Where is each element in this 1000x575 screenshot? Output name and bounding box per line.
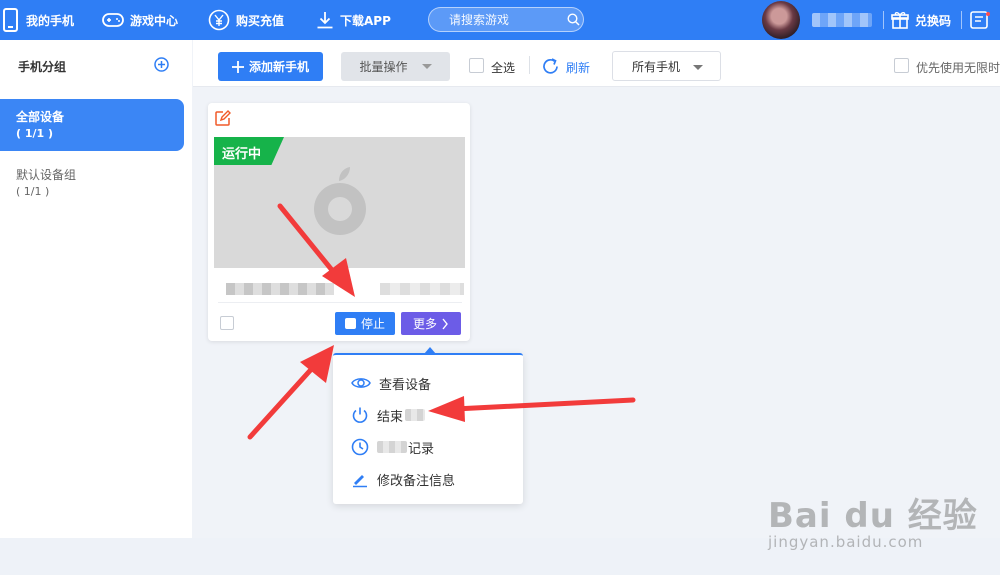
menu-item-blurred-text bbox=[377, 441, 407, 453]
group-name: 全部设备 bbox=[16, 110, 65, 124]
sidebar: 手机分组 全部设备 ( 1/1 ) 默认设备组 ( 1/1 ) bbox=[0, 40, 192, 538]
device-screen[interactable]: 运行中 bbox=[214, 137, 465, 268]
gift-icon bbox=[891, 12, 909, 29]
group-count: ( 1/1 ) bbox=[16, 127, 54, 140]
menu-item-label: 修改备注信息 bbox=[377, 473, 456, 489]
plus-icon bbox=[231, 60, 244, 73]
nav-download-app[interactable]: 下载APP bbox=[316, 0, 391, 40]
top-nav-bar: 我的手机 游戏中心 购买充值 下载APP 请搜索游戏 兑换码 bbox=[0, 0, 1000, 40]
refresh-icon[interactable] bbox=[541, 57, 560, 76]
menu-item-label: 记录 bbox=[408, 441, 435, 457]
phone-icon bbox=[3, 8, 18, 32]
menu-item-label: 结束 bbox=[377, 409, 404, 425]
arrow-to-menu bbox=[247, 345, 334, 440]
nav-my-phone[interactable]: 我的手机 bbox=[0, 0, 74, 40]
stop-button[interactable]: 停止 bbox=[335, 312, 395, 335]
gamepad-icon bbox=[102, 13, 124, 27]
nav-buy-recharge[interactable]: 购买充值 bbox=[208, 0, 284, 40]
menu-item-record[interactable]: 记录 bbox=[351, 436, 434, 458]
nav-download-app-label: 下载APP bbox=[340, 13, 391, 28]
sidebar-item-all-devices[interactable]: 全部设备 ( 1/1 ) bbox=[0, 99, 184, 151]
download-icon bbox=[317, 12, 333, 29]
watermark-brand: Bai du 经验 bbox=[768, 496, 978, 536]
device-checkbox[interactable] bbox=[220, 316, 234, 330]
search-input[interactable] bbox=[447, 11, 567, 28]
select-all-checkbox[interactable] bbox=[469, 58, 484, 73]
pencil-icon bbox=[353, 475, 367, 488]
nav-game-center-label: 游戏中心 bbox=[130, 13, 179, 28]
device-id-blurred bbox=[380, 283, 464, 295]
prefer-unlimited-checkbox[interactable] bbox=[894, 58, 909, 73]
baidu-jingyan-watermark: Bai du 经验 jingyan.baidu.com bbox=[768, 488, 978, 551]
more-menu: 查看设备 结束 记录 修改备注信息 bbox=[333, 347, 523, 504]
toolbar-divider bbox=[529, 56, 530, 74]
chevron-down-icon bbox=[693, 65, 703, 70]
redeem-code-button[interactable]: 兑换码 bbox=[891, 0, 951, 40]
add-group-icon[interactable] bbox=[154, 57, 169, 72]
group-count: ( 1/1 ) bbox=[16, 185, 50, 198]
edit-icon[interactable] bbox=[214, 110, 231, 127]
device-card: 运行中 停止 更多 bbox=[208, 103, 470, 341]
apple-logo-icon bbox=[314, 167, 366, 235]
add-phone-button[interactable]: 添加新手机 bbox=[218, 52, 323, 81]
sidebar-item-default-group[interactable]: 默认设备组 ( 1/1 ) bbox=[0, 157, 184, 209]
more-label: 更多 bbox=[412, 317, 437, 331]
chevron-down-icon bbox=[421, 64, 432, 69]
yuan-icon bbox=[208, 9, 230, 31]
nav-buy-recharge-label: 购买充值 bbox=[236, 13, 285, 28]
redeem-code-label: 兑换码 bbox=[915, 13, 952, 28]
toolbar: 添加新手机 批量操作 全选 刷新 所有手机 优先使用无限时 bbox=[193, 40, 1000, 87]
select-all-label: 全选 bbox=[491, 61, 516, 75]
message-icon bbox=[970, 11, 990, 29]
menu-item-edit-remark[interactable]: 修改备注信息 bbox=[351, 468, 455, 490]
stop-icon bbox=[344, 318, 356, 329]
prefer-unlimited-label: 优先使用无限时 bbox=[916, 61, 1000, 75]
group-name: 默认设备组 bbox=[16, 168, 77, 182]
message-button[interactable] bbox=[970, 0, 996, 40]
menu-pointer bbox=[424, 347, 436, 354]
batch-operation-button[interactable]: 批量操作 bbox=[341, 52, 450, 81]
username-blurred[interactable] bbox=[812, 13, 872, 27]
nav-my-phone-label: 我的手机 bbox=[26, 13, 75, 28]
menu-item-end[interactable]: 结束 bbox=[351, 404, 426, 426]
nav-divider bbox=[961, 11, 962, 29]
refresh-button[interactable]: 刷新 bbox=[566, 59, 590, 76]
batch-operation-label: 批量操作 bbox=[359, 60, 408, 74]
status-badge: 运行中 bbox=[222, 147, 262, 162]
phone-filter-select[interactable]: 所有手机 bbox=[612, 51, 721, 81]
sidebar-title: 手机分组 bbox=[18, 60, 67, 74]
search-box[interactable] bbox=[428, 7, 584, 32]
device-name-blurred bbox=[226, 283, 334, 295]
phone-filter-value: 所有手机 bbox=[632, 59, 681, 74]
menu-item-label: 查看设备 bbox=[379, 377, 432, 393]
eye-icon bbox=[351, 378, 371, 388]
nav-divider bbox=[883, 11, 884, 29]
stop-label: 停止 bbox=[360, 317, 385, 331]
avatar[interactable] bbox=[762, 1, 800, 39]
nav-game-center[interactable]: 游戏中心 bbox=[102, 0, 178, 40]
power-icon bbox=[352, 407, 368, 423]
menu-item-blurred-text bbox=[405, 409, 426, 421]
search-icon[interactable] bbox=[567, 13, 580, 26]
more-button[interactable]: 更多 bbox=[401, 312, 461, 335]
clock-icon bbox=[351, 438, 369, 456]
chevron-right-icon bbox=[442, 318, 448, 329]
card-divider bbox=[218, 302, 462, 303]
menu-item-view-device[interactable]: 查看设备 bbox=[351, 372, 431, 394]
add-phone-label: 添加新手机 bbox=[248, 60, 309, 74]
